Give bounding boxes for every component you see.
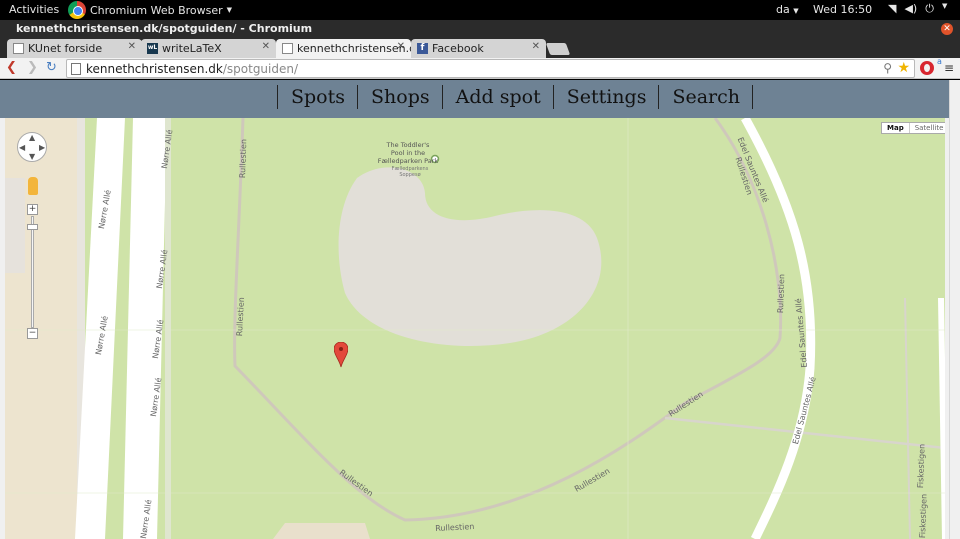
window-close-button[interactable]: ✕ [941,23,953,35]
zoom-slider[interactable] [31,216,34,328]
app-menu-label: Chromium Web Browser [90,3,223,17]
pan-control[interactable]: ▲ ▼ ◀ ▶ [17,132,47,162]
page-content: Spots Shops Add spot Settings Search The… [0,80,960,539]
menu-icon[interactable]: ≡ [944,61,954,75]
address-bar-url: kennethchristensen.dk/spotguiden/ [86,62,298,76]
translate-extension-icon[interactable]: a [937,57,942,66]
tab-spotguiden[interactable]: kennethchristensen.d ✕ [276,39,411,58]
facebook-icon: f [417,43,428,54]
bookmark-star-icon[interactable]: ★ [897,60,910,76]
map-type-control: Map Satellite [881,122,945,134]
clock[interactable]: Wed 16:50 [813,3,872,16]
poi-name[interactable]: The Toddler's Pool in the Fælledparken P… [373,141,443,165]
url-domain: kennethchristensen.dk [86,62,223,76]
map-type-satellite-button[interactable]: Satellite [908,123,945,133]
window-title: kennethchristensen.dk/spotguiden/ - Chro… [16,22,313,35]
page-icon [71,63,81,75]
map[interactable]: The Toddler's Pool in the Fælledparken P… [5,118,945,539]
page-scrollbar[interactable] [949,80,960,539]
nav-spots[interactable]: Spots [277,85,357,109]
nav-search[interactable]: Search [658,85,754,109]
zoom-slider-thumb[interactable] [27,224,38,230]
opera-extension-icon[interactable] [920,61,934,75]
street-label: Fiskestigen [918,493,929,539]
map-type-map-button[interactable]: Map [882,123,909,133]
tab-writelatex[interactable]: wL writeLaTeX ✕ [141,39,276,58]
forward-icon[interactable]: ❯ [27,60,38,75]
url-path: /spotguiden/ [222,62,299,76]
system-status-area[interactable]: ◥ ◀) ⏻ ▼ [888,2,947,16]
building [273,523,370,539]
street-label: Fiskestigen [916,443,927,489]
zoom-in-button[interactable]: + [27,204,38,215]
tab-close-icon[interactable]: ✕ [128,41,136,52]
window-title-bar: kennethchristensen.dk/spotguiden/ - Chro… [0,20,960,37]
browser-toolbar: ❮ ❯ ↻ kennethchristensen.dk/spotguiden/ … [0,57,960,79]
chromium-icon [68,1,86,19]
chevron-down-icon: ▼ [226,6,233,14]
path-fiskestigen [904,297,911,539]
address-bar[interactable]: kennethchristensen.dk/spotguiden/ ⚲ ★ [66,59,915,78]
tab-label: KUnet forside [28,42,103,55]
tab-label: kennethchristensen.d [297,42,411,55]
poi-sub-line: Soppesø [399,172,421,178]
tab-close-icon[interactable]: ✕ [262,41,270,52]
pan-right-icon[interactable]: ▶ [39,143,45,152]
street-view-pegman-icon[interactable] [28,177,38,195]
poi-name-line: Fælledparken Park [377,157,439,165]
nav-settings[interactable]: Settings [552,85,659,109]
street-label: Rullestien [776,273,787,314]
power-icon[interactable]: ⏻ [925,2,934,16]
app-menu[interactable]: Chromium Web Browser ▼ [68,0,232,20]
volume-icon[interactable]: ◀) [904,2,917,16]
pan-left-icon[interactable]: ◀ [19,143,25,152]
new-tab-button[interactable] [545,43,571,55]
tab-facebook[interactable]: f Facebook ✕ [411,39,546,58]
poi-subtitle: Fælledparkens Soppesø [390,166,430,178]
nav-shops[interactable]: Shops [357,85,442,109]
tab-label: writeLaTeX [162,42,222,55]
back-icon[interactable]: ❮ [6,60,17,75]
writelatex-icon: wL [147,43,158,54]
site-navigation: Spots Shops Add spot Settings Search [0,80,949,118]
poi-name-line: The Toddler's [386,141,430,149]
search-icon[interactable]: ⚲ [883,61,892,75]
tab-close-icon[interactable]: ✕ [397,41,405,52]
chevron-down-icon: ▼ [793,7,799,15]
keyboard-layout-indicator[interactable]: da ▼ [776,3,799,16]
tab-close-icon[interactable]: ✕ [532,41,540,52]
map-marker-icon [333,341,349,368]
page-icon [282,43,293,54]
activities-button[interactable]: Activities [9,3,59,16]
verge [165,118,171,539]
map-marker[interactable] [333,341,349,372]
pond [338,167,602,346]
pan-down-icon[interactable]: ▼ [29,152,35,161]
poi-name-line: Pool in the [390,149,426,157]
chevron-down-icon: ▼ [941,2,948,10]
wifi-icon[interactable]: ◥ [888,2,896,16]
tab-label: Facebook [432,42,484,55]
zoom-out-button[interactable]: − [27,328,38,339]
street-label: Rullestien [238,138,249,179]
pan-up-icon[interactable]: ▲ [29,133,35,142]
system-top-bar: Activities Chromium Web Browser ▼ da ▼ W… [0,0,960,20]
page-icon [13,43,24,54]
tab-kunet[interactable]: KUnet forside ✕ [7,39,142,58]
nav-add-spot[interactable]: Add spot [441,85,553,109]
road-east [938,297,945,539]
keyboard-layout-label: da [776,3,790,16]
tab-strip: KUnet forside ✕ wL writeLaTeX ✕ kennethc… [0,37,960,58]
building [5,178,25,273]
reload-icon[interactable]: ↻ [46,60,57,75]
